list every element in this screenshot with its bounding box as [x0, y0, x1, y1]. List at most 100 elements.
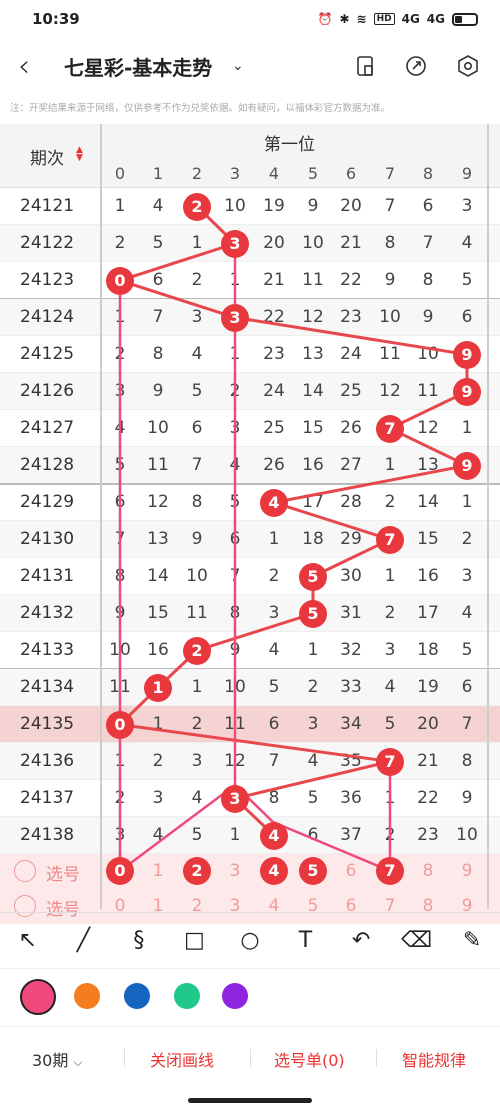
miss-count-cell: 28: [340, 492, 362, 512]
miss-count-cell: 6: [307, 825, 319, 845]
color-swatch[interactable]: [124, 983, 150, 1009]
winning-ball: 4: [260, 488, 288, 517]
settings-icon[interactable]: [456, 54, 480, 78]
winning-ball: 2: [183, 636, 211, 665]
back-icon[interactable]: ‹: [18, 49, 30, 84]
miss-count-cell: 1: [191, 233, 203, 253]
table-row: 24129 6 12 8 5 17 28 2 14 1: [0, 484, 500, 521]
period-cell: 24127: [20, 418, 75, 438]
selected-pick-ball[interactable]: 7: [376, 857, 404, 885]
miss-count-cell: 3: [384, 640, 396, 660]
miss-count-cell: 4: [461, 603, 473, 623]
miss-count-cell: 11: [379, 344, 401, 364]
miss-count-cell: 6: [191, 418, 203, 438]
miss-count-cell: 34: [340, 714, 362, 734]
period-cell: 24130: [20, 529, 75, 549]
miss-count-cell: 19: [417, 677, 439, 697]
miss-count-cell: 27: [340, 455, 362, 475]
color-swatch[interactable]: [20, 979, 56, 1015]
miss-count-cell: 6: [114, 492, 126, 512]
pick-number[interactable]: 3: [216, 861, 254, 881]
drawing-toolbar: ↖ ╱ § □ ○ T ↶ ⌫ ✎: [0, 912, 500, 968]
sort-icon[interactable]: ▲ ▼: [76, 146, 83, 163]
winning-ball: 7: [376, 525, 404, 554]
miss-count-cell: 2: [461, 529, 473, 549]
miss-count-cell: 23: [340, 307, 362, 327]
pick-number[interactable]: 1: [139, 861, 177, 881]
color-swatch[interactable]: [222, 983, 248, 1009]
pick-number[interactable]: 9: [448, 861, 486, 881]
miss-count-cell: 2: [307, 677, 319, 697]
table-row: 24130 7 13 9 6 1 18 29 15 2: [0, 521, 500, 558]
bluetooth-icon: ✱: [339, 12, 350, 26]
miss-count-cell: 6: [268, 714, 280, 734]
miss-count-cell: 2: [152, 751, 164, 771]
position-header: 第一位: [264, 135, 315, 155]
phone-layout-icon[interactable]: [354, 54, 378, 78]
miss-count-cell: 14: [147, 566, 169, 586]
close-lines-button[interactable]: 关闭画线: [150, 1047, 214, 1071]
miss-count-cell: 11: [302, 270, 324, 290]
period-count-select[interactable]: 30期 ⌵: [32, 1047, 83, 1071]
chevron-down-icon[interactable]: ⌄: [232, 58, 244, 74]
battery-icon: [452, 12, 478, 26]
table-row: 24124 1 7 3 22 12 23 10 9 6: [0, 299, 500, 336]
color-palette: [0, 968, 500, 1026]
digit-header: 5: [307, 164, 319, 183]
divider: [124, 1049, 125, 1067]
color-swatch[interactable]: [174, 983, 200, 1009]
selection-list-button[interactable]: 选号单(0): [274, 1047, 345, 1071]
status-icons: ⏰ ✱ ≋ HD 4G 4G: [318, 12, 478, 26]
miss-count-cell: 1: [229, 344, 241, 364]
period-cell: 24136: [20, 751, 75, 771]
pick-number[interactable]: 6: [332, 861, 370, 881]
pick-row-checkbox[interactable]: [14, 860, 36, 882]
miss-count-cell: 3: [114, 825, 126, 845]
miss-count-cell: 3: [191, 307, 203, 327]
miss-count-cell: 1: [461, 492, 473, 512]
period-cell: 24138: [20, 825, 75, 845]
eraser-icon[interactable]: ⌫: [397, 921, 437, 961]
miss-count-cell: 18: [302, 529, 324, 549]
divider: [376, 1049, 377, 1067]
rectangle-tool-icon[interactable]: □: [174, 921, 214, 961]
table-row: 24122 2 5 1 20 10 21 8 7 4: [0, 225, 500, 262]
selected-pick-ball[interactable]: 2: [183, 857, 211, 885]
freehand-tool-icon[interactable]: §: [119, 921, 159, 961]
miss-count-cell: 3: [114, 381, 126, 401]
circle-tool-icon[interactable]: ○: [230, 921, 270, 961]
column-divider: [100, 124, 102, 909]
color-swatch[interactable]: [74, 983, 100, 1009]
miss-count-cell: 14: [417, 492, 439, 512]
miss-count-cell: 20: [263, 233, 285, 253]
table-row: 24138 3 4 5 1 6 37 2 23 10: [0, 817, 500, 854]
miss-count-cell: 12: [379, 381, 401, 401]
page-title[interactable]: 七星彩-基本走势: [64, 52, 212, 81]
miss-count-cell: 7: [461, 714, 473, 734]
text-tool-icon[interactable]: T: [286, 921, 326, 961]
miss-count-cell: 5: [191, 381, 203, 401]
table-row: 24121 1 4 10 19 9 20 7 6 3: [0, 188, 500, 225]
miss-count-cell: 8: [114, 566, 126, 586]
sort-down-icon: ▼: [76, 153, 83, 163]
table-row: 24137 2 3 4 8 5 36 1 22 9: [0, 780, 500, 817]
share-icon[interactable]: [404, 54, 428, 78]
line-tool-icon[interactable]: ╱: [63, 921, 103, 961]
clear-brush-icon[interactable]: ✎: [452, 921, 492, 961]
period-header[interactable]: 期次 ▲ ▼: [30, 144, 83, 170]
table-row: 24128 5 11 7 4 26 16 27 1 13: [0, 447, 500, 484]
miss-count-cell: 6: [152, 270, 164, 290]
undo-icon[interactable]: ↶: [341, 921, 381, 961]
miss-count-cell: 30: [340, 566, 362, 586]
table-row: 24136 1 2 3 12 7 4 35 21 8: [0, 743, 500, 780]
selected-pick-ball[interactable]: 4: [260, 857, 288, 885]
status-time: 10:39: [32, 10, 80, 28]
miss-count-cell: 1: [461, 418, 473, 438]
selected-pick-ball[interactable]: 5: [299, 857, 327, 885]
arrow-tool-icon[interactable]: ↖: [8, 921, 48, 961]
miss-count-cell: 1: [152, 714, 164, 734]
selected-pick-ball[interactable]: 0: [106, 857, 134, 885]
smart-rules-button[interactable]: 智能规律: [402, 1047, 466, 1071]
miss-count-cell: 25: [263, 418, 285, 438]
pick-number[interactable]: 8: [409, 861, 447, 881]
